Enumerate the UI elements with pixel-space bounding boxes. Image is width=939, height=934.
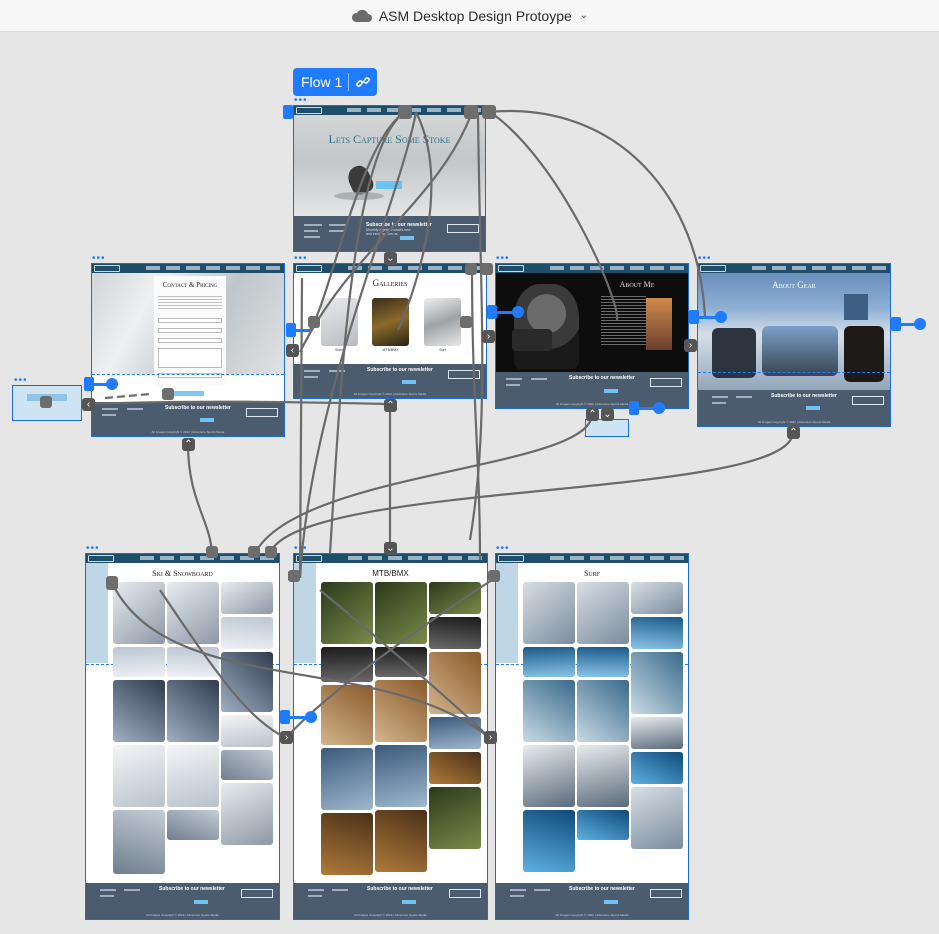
flow-endpoint[interactable] (715, 311, 727, 323)
wire-ski-mtb (159, 589, 287, 739)
wire-contact-ski (186, 443, 214, 554)
hotspot-handle[interactable] (308, 316, 320, 328)
wire-home-gear (487, 109, 707, 319)
wire-mtb-surf (319, 589, 491, 739)
hotspot-handle[interactable] (482, 105, 496, 119)
chevron-right-icon[interactable]: › (482, 330, 495, 343)
wire-home-gallery2 (396, 111, 433, 331)
chevron-right-icon[interactable]: › (484, 731, 497, 744)
chevron-right-icon[interactable]: › (684, 339, 697, 352)
hotspot-handle[interactable] (398, 105, 412, 119)
hotspot-handle[interactable] (288, 570, 300, 582)
flow-start-marker[interactable] (280, 710, 290, 724)
wire-home-ski (328, 111, 406, 554)
hotspot-handle[interactable] (40, 396, 52, 408)
hotspot-handle[interactable] (265, 546, 277, 558)
chevron-right-icon[interactable]: › (280, 731, 293, 744)
wire-home-contact (299, 111, 474, 353)
hotspot-handle[interactable] (460, 316, 472, 328)
wire-home-galleries (309, 111, 406, 331)
flow-start-marker[interactable] (283, 105, 293, 119)
flow-start-marker[interactable] (891, 317, 901, 331)
chevron-left-icon[interactable]: ‹ (82, 398, 95, 411)
flow-start-marker[interactable] (84, 377, 94, 391)
hotspot-handle[interactable] (206, 546, 218, 558)
hotspot-handle[interactable] (481, 263, 493, 275)
chevron-down-icon[interactable]: ⌄ (384, 542, 397, 555)
wire-ski-surf (111, 582, 491, 739)
wire-home-aboutme (489, 111, 619, 321)
wire-aboutme-ski (254, 413, 594, 554)
wire-contact-galleries (87, 400, 388, 406)
flow-endpoint[interactable] (305, 711, 317, 723)
chevron-up-icon[interactable]: ⌃ (787, 426, 800, 439)
hotspot-handle[interactable] (248, 546, 260, 558)
hotspot-handle[interactable] (488, 570, 500, 582)
chevron-up-icon[interactable]: ⌃ (586, 408, 599, 421)
chevron-down-icon[interactable]: ⌄ (601, 408, 614, 421)
hotspot-handle[interactable] (465, 263, 477, 275)
hotspot-handle[interactable] (464, 105, 478, 119)
flow-start-marker[interactable] (689, 310, 699, 324)
chevron-left-icon[interactable]: ‹ (286, 344, 299, 357)
wire-dashed (104, 392, 151, 400)
chevron-up-icon[interactable]: ⌃ (384, 399, 397, 412)
flow-endpoint[interactable] (106, 378, 118, 390)
flow-start-marker[interactable] (629, 401, 639, 415)
flow-endpoint[interactable] (653, 402, 665, 414)
flow-endpoint[interactable] (512, 306, 524, 318)
flow-start-marker[interactable] (487, 305, 497, 319)
flow-endpoint[interactable] (914, 318, 926, 330)
prototype-wires (87, 109, 795, 739)
chevron-up-icon[interactable]: ⌃ (182, 438, 195, 451)
wire-gear-ski (268, 431, 795, 554)
hotspot-handle[interactable] (106, 576, 118, 590)
chevron-down-icon[interactable]: ⌄ (384, 252, 397, 265)
hotspot-handle[interactable] (162, 388, 174, 400)
wire-vert-left (298, 277, 304, 579)
flow-start-marker[interactable] (286, 323, 296, 337)
